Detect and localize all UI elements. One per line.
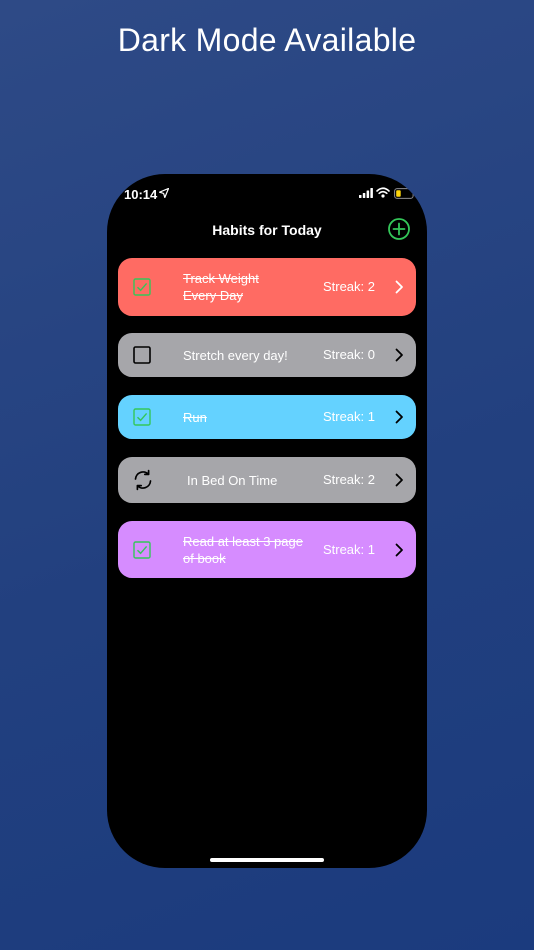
habit-card-run[interactable]: Run Streak: 1 bbox=[118, 395, 416, 439]
page-title: Habits for Today bbox=[212, 222, 322, 238]
habit-card-in-bed[interactable]: In Bed On Time Streak: 2 bbox=[118, 457, 416, 503]
promo-headline: Dark Mode Available bbox=[117, 22, 417, 58]
habit-name: Read at least 3 page of book bbox=[183, 534, 303, 566]
chevron-right-icon bbox=[395, 348, 403, 362]
habit-name: In Bed On Time bbox=[187, 473, 278, 488]
navigation-bar: Habits for Today bbox=[107, 214, 427, 258]
habit-card-track-weight[interactable]: Track Weight Every Day Streak: 2 bbox=[118, 258, 416, 316]
habit-card-stretch[interactable]: Stretch every day! Streak: 0 bbox=[118, 333, 416, 377]
home-indicator[interactable] bbox=[210, 858, 324, 862]
habit-name: Track Weight Every Day bbox=[183, 271, 259, 303]
cellular-signal-icon bbox=[359, 188, 373, 198]
phone-screen: 10:14 Habits for Today Track Weight Ever… bbox=[107, 174, 427, 868]
refresh-arrows-icon[interactable] bbox=[131, 468, 155, 492]
streak-count: Streak: 1 bbox=[322, 409, 375, 424]
status-bar: 10:14 bbox=[107, 174, 427, 214]
chevron-right-icon bbox=[395, 410, 403, 424]
habit-name: Run bbox=[183, 410, 207, 425]
streak-count: Streak: 0 bbox=[322, 347, 375, 362]
habit-name: Stretch every day! bbox=[183, 348, 288, 363]
battery-icon bbox=[394, 188, 416, 199]
add-habit-button[interactable] bbox=[387, 217, 411, 241]
status-time: 10:14 bbox=[124, 187, 158, 202]
streak-count: Streak: 1 bbox=[322, 542, 375, 557]
chevron-right-icon bbox=[395, 473, 403, 487]
location-arrow-icon bbox=[159, 188, 169, 198]
checkmark-square-icon[interactable] bbox=[133, 408, 151, 426]
empty-square-icon[interactable] bbox=[133, 346, 151, 364]
streak-count: Streak: 2 bbox=[322, 279, 375, 294]
wifi-icon bbox=[376, 187, 390, 198]
chevron-right-icon bbox=[395, 280, 403, 294]
chevron-right-icon bbox=[395, 543, 403, 557]
checkmark-square-icon[interactable] bbox=[133, 541, 151, 559]
checkmark-square-icon[interactable] bbox=[133, 278, 151, 296]
streak-count: Streak: 2 bbox=[322, 472, 375, 487]
habit-card-read[interactable]: Read at least 3 page of book Streak: 1 bbox=[118, 521, 416, 578]
